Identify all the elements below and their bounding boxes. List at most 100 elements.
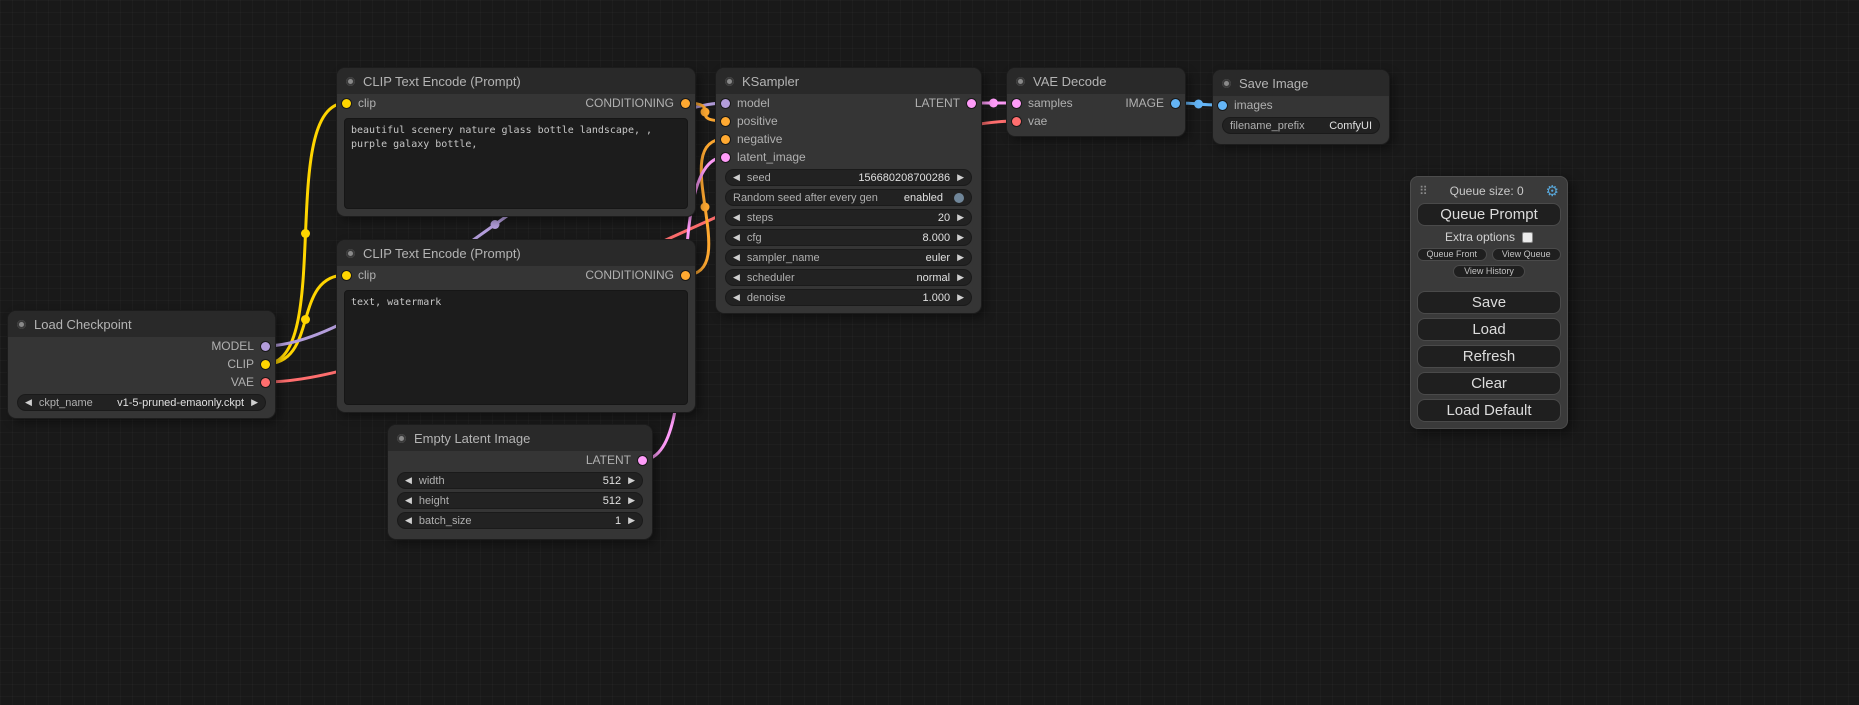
decrement-arrow-icon[interactable]: ◀ xyxy=(733,293,740,302)
slot-row: vae xyxy=(1007,112,1185,130)
input-slot-dot-images[interactable] xyxy=(1218,101,1227,110)
widget-sampler-name[interactable]: ◀ sampler_name euler ▶ xyxy=(725,249,972,266)
input-slot-dot-vae[interactable] xyxy=(1012,117,1021,126)
collapse-dot-icon[interactable] xyxy=(346,249,355,258)
widget-batch-size[interactable]: ◀ batch_size 1 ▶ xyxy=(397,512,643,529)
increment-arrow-icon[interactable]: ▶ xyxy=(628,476,635,485)
widget-steps[interactable]: ◀ steps 20 ▶ xyxy=(725,209,972,226)
node-load-checkpoint[interactable]: Load Checkpoint MODEL CLIP VAE ◀ ckpt_na… xyxy=(8,311,275,418)
queue-size-label: Queue size: 0 xyxy=(1450,184,1524,198)
next-value-arrow-icon[interactable]: ▶ xyxy=(957,253,964,262)
decrement-arrow-icon[interactable]: ◀ xyxy=(733,233,740,242)
widget-label: steps xyxy=(747,212,773,224)
widget-random-seed-toggle[interactable]: Random seed after every gen enabled xyxy=(725,189,972,206)
input-slot-dot-model[interactable] xyxy=(721,99,730,108)
widget-filename-prefix[interactable]: filename_prefix ComfyUI xyxy=(1222,117,1380,134)
widget-value: 20 xyxy=(938,212,950,224)
widget-seed[interactable]: ◀ seed 156680208700286 ▶ xyxy=(725,169,972,186)
input-slot-dot-samples[interactable] xyxy=(1012,99,1021,108)
output-slot-dot-image[interactable] xyxy=(1171,99,1180,108)
increment-arrow-icon[interactable]: ▶ xyxy=(957,173,964,182)
output-slot-dot-latent[interactable] xyxy=(638,456,647,465)
increment-arrow-icon[interactable]: ▶ xyxy=(957,233,964,242)
comfyui-canvas[interactable]: { "colors": { "model": "#B39DDB", "clip"… xyxy=(0,0,1859,705)
node-title-bar[interactable]: CLIP Text Encode (Prompt) xyxy=(337,240,695,266)
node-clip-text-encode-negative[interactable]: CLIP Text Encode (Prompt) clip CONDITION… xyxy=(337,240,695,412)
node-title-bar[interactable]: Save Image xyxy=(1213,70,1389,96)
input-slot-dot-latent-image[interactable] xyxy=(721,153,730,162)
queue-front-button[interactable]: Queue Front xyxy=(1417,248,1487,261)
output-slot-dot-conditioning[interactable] xyxy=(681,271,690,280)
widget-height[interactable]: ◀ height 512 ▶ xyxy=(397,492,643,509)
output-slot-dot-conditioning[interactable] xyxy=(681,99,690,108)
collapse-dot-icon[interactable] xyxy=(725,77,734,86)
increment-arrow-icon[interactable]: ▶ xyxy=(957,213,964,222)
extra-options-checkbox[interactable] xyxy=(1522,232,1533,243)
view-queue-button[interactable]: View Queue xyxy=(1492,248,1562,261)
node-vae-decode[interactable]: VAE Decode samples IMAGE vae xyxy=(1007,68,1185,136)
increment-arrow-icon[interactable]: ▶ xyxy=(628,516,635,525)
prompt-textarea[interactable]: beautiful scenery nature glass bottle la… xyxy=(344,118,688,209)
output-slot-label: VAE xyxy=(231,375,254,389)
refresh-button[interactable]: Refresh xyxy=(1417,345,1561,368)
widget-label: ckpt_name xyxy=(39,397,93,409)
collapse-dot-icon[interactable] xyxy=(397,434,406,443)
input-slot-label: negative xyxy=(737,132,782,146)
input-slot-dot-positive[interactable] xyxy=(721,117,730,126)
output-slot-label: IMAGE xyxy=(1125,96,1164,110)
save-button[interactable]: Save xyxy=(1417,291,1561,314)
queue-menu-panel: ⠿ Queue size: 0 ⚙ Queue Prompt Extra opt… xyxy=(1410,176,1568,429)
prompt-textarea[interactable]: text, watermark xyxy=(344,290,688,405)
decrement-arrow-icon[interactable]: ◀ xyxy=(733,213,740,222)
collapse-dot-icon[interactable] xyxy=(1222,79,1231,88)
collapse-dot-icon[interactable] xyxy=(346,77,355,86)
load-default-button[interactable]: Load Default xyxy=(1417,399,1561,422)
collapse-dot-icon[interactable] xyxy=(1016,77,1025,86)
widget-cfg[interactable]: ◀ cfg 8.000 ▶ xyxy=(725,229,972,246)
prev-value-arrow-icon[interactable]: ◀ xyxy=(733,253,740,262)
node-ksampler[interactable]: KSampler model LATENT positive negative … xyxy=(716,68,981,313)
decrement-arrow-icon[interactable]: ◀ xyxy=(733,173,740,182)
widget-denoise[interactable]: ◀ denoise 1.000 ▶ xyxy=(725,289,972,306)
node-empty-latent-image[interactable]: Empty Latent Image LATENT ◀ width 512 ▶ … xyxy=(388,425,652,539)
input-slot-dot-clip[interactable] xyxy=(342,99,351,108)
output-slot-dot-latent[interactable] xyxy=(967,99,976,108)
settings-gear-icon[interactable]: ⚙ xyxy=(1546,182,1559,200)
node-title-bar[interactable]: VAE Decode xyxy=(1007,68,1185,94)
node-title-bar[interactable]: Empty Latent Image xyxy=(388,425,652,451)
next-value-arrow-icon[interactable]: ▶ xyxy=(251,398,258,407)
widget-value: 512 xyxy=(603,495,621,507)
clear-button[interactable]: Clear xyxy=(1417,372,1561,395)
decrement-arrow-icon[interactable]: ◀ xyxy=(405,516,412,525)
history-button-row: View History xyxy=(1417,265,1561,278)
view-history-button[interactable]: View History xyxy=(1453,265,1525,278)
widget-width[interactable]: ◀ width 512 ▶ xyxy=(397,472,643,489)
slot-row: model LATENT xyxy=(716,94,981,112)
output-slot-label: MODEL xyxy=(211,339,254,353)
next-value-arrow-icon[interactable]: ▶ xyxy=(957,273,964,282)
decrement-arrow-icon[interactable]: ◀ xyxy=(405,476,412,485)
decrement-arrow-icon[interactable]: ◀ xyxy=(405,496,412,505)
output-slot-dot-vae[interactable] xyxy=(261,378,270,387)
drag-handle-icon[interactable]: ⠿ xyxy=(1419,184,1428,198)
node-title-bar[interactable]: KSampler xyxy=(716,68,981,94)
increment-arrow-icon[interactable]: ▶ xyxy=(957,293,964,302)
node-save-image[interactable]: Save Image images filename_prefix ComfyU… xyxy=(1213,70,1389,144)
prev-value-arrow-icon[interactable]: ◀ xyxy=(25,398,32,407)
input-slot-dot-negative[interactable] xyxy=(721,135,730,144)
node-title-bar[interactable]: CLIP Text Encode (Prompt) xyxy=(337,68,695,94)
node-title-bar[interactable]: Load Checkpoint xyxy=(8,311,275,337)
toggle-dot-icon[interactable] xyxy=(954,193,964,203)
link-midpoint-dot xyxy=(701,108,710,117)
queue-prompt-button[interactable]: Queue Prompt xyxy=(1417,203,1561,226)
collapse-dot-icon[interactable] xyxy=(17,320,26,329)
input-slot-dot-clip[interactable] xyxy=(342,271,351,280)
load-button[interactable]: Load xyxy=(1417,318,1561,341)
node-clip-text-encode-positive[interactable]: CLIP Text Encode (Prompt) clip CONDITION… xyxy=(337,68,695,216)
widget-ckpt-name[interactable]: ◀ ckpt_name v1-5-pruned-emaonly.ckpt ▶ xyxy=(17,394,266,411)
output-slot-dot-clip[interactable] xyxy=(261,360,270,369)
output-slot-dot-model[interactable] xyxy=(261,342,270,351)
increment-arrow-icon[interactable]: ▶ xyxy=(628,496,635,505)
widget-scheduler[interactable]: ◀ scheduler normal ▶ xyxy=(725,269,972,286)
prev-value-arrow-icon[interactable]: ◀ xyxy=(733,273,740,282)
